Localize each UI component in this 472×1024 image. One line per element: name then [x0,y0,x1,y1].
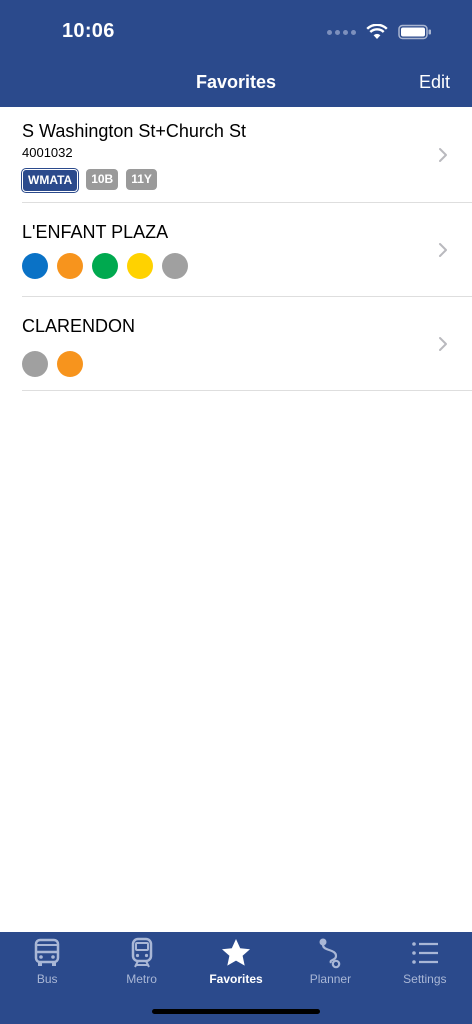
chevron-right-icon [439,147,447,162]
line-indicators [22,253,188,279]
chevron-right-icon [439,336,447,351]
favorite-title: L'ENFANT PLAZA [22,222,169,242]
line-color-dot [92,253,118,279]
favorites-list: S Washington St+Church St 4001032 WMATA … [0,107,472,391]
bus-icon [34,938,60,966]
tab-label: Planner [309,972,352,986]
navigation-header: 10:06 Favorites Edit [0,0,472,107]
tab-bus[interactable]: Bus [0,932,94,1024]
status-time: 10:06 [62,20,115,42]
star-icon [222,939,251,966]
line-color-dot [162,253,188,279]
route-badge: 10B [86,169,119,190]
tab-label: Favorites [209,972,263,986]
favorite-title: S Washington St+Church St [22,121,246,141]
page-title: Favorites [195,72,277,92]
signal-icon [327,29,356,35]
chevron-right-icon [439,242,447,257]
line-color-dot [57,253,83,279]
battery-icon [398,24,431,40]
wifi-icon [366,24,388,39]
favorite-item-station[interactable]: CLARENDON [22,297,472,391]
tab-label: Settings [403,972,447,986]
route-icon [319,938,341,969]
route-badge: 11Y [126,169,157,190]
favorite-item-bus-stop[interactable]: S Washington St+Church St 4001032 WMATA … [22,107,472,203]
tab-label: Metro [126,972,157,986]
status-icons [327,24,432,40]
favorite-item-station[interactable]: L'ENFANT PLAZA [22,203,472,297]
line-color-dot [22,351,48,377]
edit-button[interactable]: Edit [419,72,450,93]
agency-badge: WMATA [22,169,79,192]
line-color-dot [22,253,48,279]
home-indicator [152,1009,320,1014]
metro-icon [131,937,152,968]
tab-label: Bus [36,972,58,986]
stop-id: 4001032 [22,145,73,160]
line-color-dot [127,253,153,279]
tab-settings[interactable]: Settings [378,932,472,1024]
favorite-title: CLARENDON [22,316,136,336]
route-tags: WMATA 10B 11Y [22,169,157,192]
line-color-dot [57,351,83,377]
list-icon [412,942,438,964]
line-indicators [22,351,83,377]
